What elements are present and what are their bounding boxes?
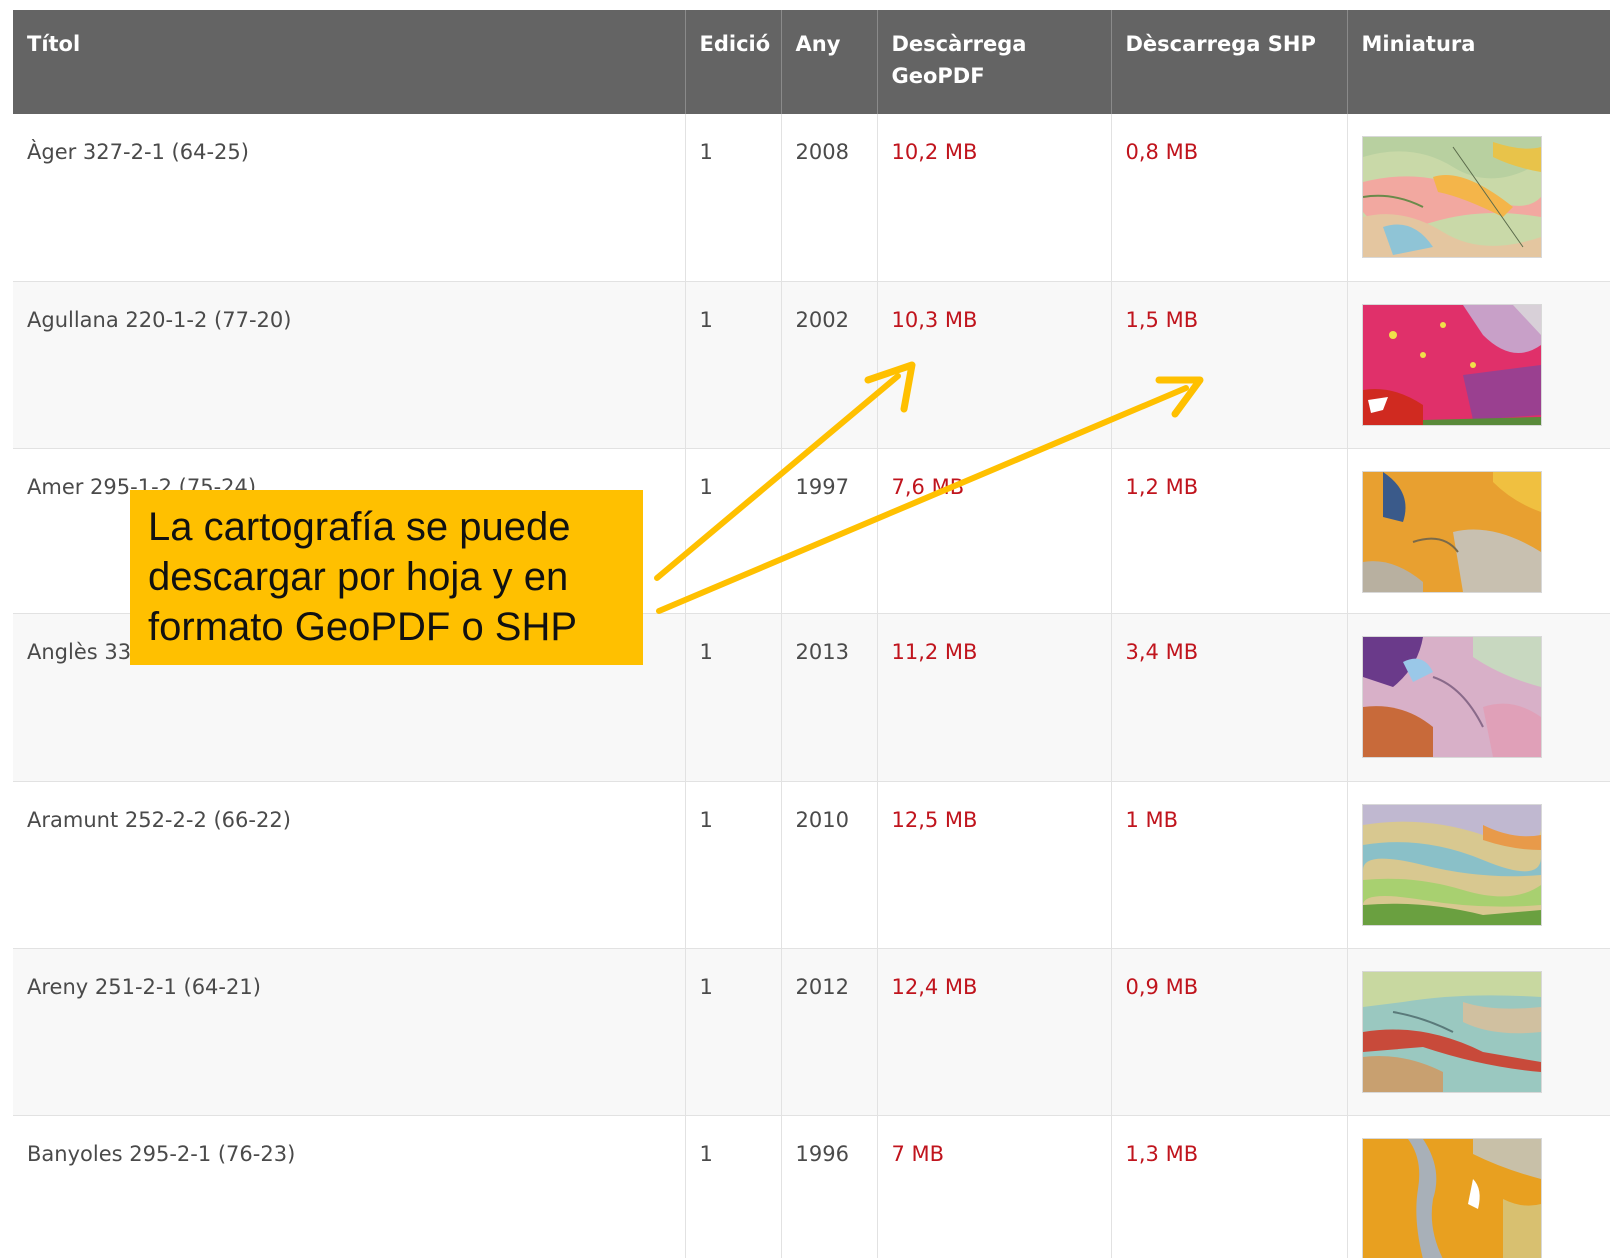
table-row: Areny 251-2-1 (64-21) 1 2012 12,4 MB 0,9… <box>13 948 1610 1116</box>
geopdf-download-link[interactable]: 7,6 MB <box>892 475 965 499</box>
thumbnail-cell <box>1347 114 1610 282</box>
thumbnail-cell <box>1347 781 1610 949</box>
column-header-geopdf[interactable]: Descàrrega GeoPDF <box>877 10 1112 114</box>
sheet-title: Aramunt 252-2-2 (66-22) <box>13 781 686 949</box>
sheet-edition: 1 <box>685 448 782 614</box>
map-thumbnail[interactable] <box>1361 136 1542 258</box>
shp-download-link[interactable]: 0,9 MB <box>1126 975 1199 999</box>
column-header-thumbnail[interactable]: Miniatura <box>1347 10 1610 114</box>
geopdf-cell: 7 MB <box>877 1115 1112 1258</box>
geopdf-download-link[interactable]: 10,2 MB <box>892 140 978 164</box>
shp-cell: 3,4 MB <box>1111 613 1348 782</box>
shp-cell: 1,5 MB <box>1111 281 1348 449</box>
thumbnail-cell <box>1347 613 1610 782</box>
shp-download-link[interactable]: 0,8 MB <box>1126 140 1199 164</box>
thumbnail-cell <box>1347 281 1610 449</box>
shp-cell: 1,2 MB <box>1111 448 1348 614</box>
shp-download-link[interactable]: 1,5 MB <box>1126 308 1199 332</box>
map-thumbnail[interactable] <box>1361 303 1542 426</box>
geopdf-download-link[interactable]: 10,3 MB <box>892 308 978 332</box>
shp-cell: 0,9 MB <box>1111 948 1348 1116</box>
table-row: Aramunt 252-2-2 (66-22) 1 2010 12,5 MB 1… <box>13 781 1610 949</box>
geopdf-download-link[interactable]: 12,5 MB <box>892 808 978 832</box>
geopdf-download-link[interactable]: 7 MB <box>892 1142 945 1166</box>
sheet-title: Areny 251-2-1 (64-21) <box>13 948 686 1116</box>
sheet-title: Banyoles 295-2-1 (76-23) <box>13 1115 686 1258</box>
table-row: Banyoles 295-2-1 (76-23) 1 1996 7 MB 1,3… <box>13 1115 1610 1258</box>
shp-download-link[interactable]: 1,2 MB <box>1126 475 1199 499</box>
geopdf-download-link[interactable]: 11,2 MB <box>892 640 978 664</box>
geopdf-cell: 10,3 MB <box>877 281 1112 449</box>
sheet-year: 2012 <box>781 948 878 1116</box>
geopdf-download-link[interactable]: 12,4 MB <box>892 975 978 999</box>
thumbnail-cell <box>1347 1115 1610 1258</box>
geopdf-cell: 12,5 MB <box>877 781 1112 949</box>
geopdf-cell: 10,2 MB <box>877 114 1112 282</box>
sheet-edition: 1 <box>685 1115 782 1258</box>
shp-cell: 1 MB <box>1111 781 1348 949</box>
map-thumbnail[interactable] <box>1361 470 1542 593</box>
column-header-title[interactable]: Títol <box>13 10 686 114</box>
column-header-edition[interactable]: Edició <box>685 10 782 114</box>
sheet-year: 2013 <box>781 613 878 782</box>
map-thumbnail[interactable] <box>1361 970 1542 1093</box>
shp-cell: 1,3 MB <box>1111 1115 1348 1258</box>
sheet-edition: 1 <box>685 948 782 1116</box>
table-row: Agullana 220-1-2 (77-20) 1 2002 10,3 MB … <box>13 281 1610 449</box>
map-thumbnail[interactable] <box>1361 635 1542 758</box>
thumbnail-cell <box>1347 948 1610 1116</box>
sheet-edition: 1 <box>685 114 782 282</box>
column-header-shp[interactable]: Dèscarrega SHP <box>1111 10 1348 114</box>
geopdf-cell: 11,2 MB <box>877 613 1112 782</box>
sheet-edition: 1 <box>685 281 782 449</box>
sheet-year: 1996 <box>781 1115 878 1258</box>
table-header-row: Títol Edició Any Descàrrega GeoPDF Dèsca… <box>13 10 1610 114</box>
sheet-year: 2002 <box>781 281 878 449</box>
info-callout: La cartografía se puede descargar por ho… <box>130 490 643 665</box>
geopdf-cell: 7,6 MB <box>877 448 1112 614</box>
geopdf-cell: 12,4 MB <box>877 948 1112 1116</box>
map-thumbnail[interactable] <box>1361 803 1542 926</box>
sheet-title: Àger 327-2-1 (64-25) <box>13 114 686 282</box>
sheet-edition: 1 <box>685 613 782 782</box>
thumbnail-cell <box>1347 448 1610 614</box>
sheet-title: Agullana 220-1-2 (77-20) <box>13 281 686 449</box>
sheet-year: 2008 <box>781 114 878 282</box>
shp-download-link[interactable]: 1 MB <box>1126 808 1179 832</box>
table-row: Àger 327-2-1 (64-25) 1 2008 10,2 MB 0,8 … <box>13 114 1610 282</box>
column-header-year[interactable]: Any <box>781 10 878 114</box>
sheet-year: 1997 <box>781 448 878 614</box>
shp-cell: 0,8 MB <box>1111 114 1348 282</box>
map-thumbnail[interactable] <box>1361 1137 1542 1258</box>
sheet-edition: 1 <box>685 781 782 949</box>
sheet-year: 2010 <box>781 781 878 949</box>
shp-download-link[interactable]: 1,3 MB <box>1126 1142 1199 1166</box>
shp-download-link[interactable]: 3,4 MB <box>1126 640 1199 664</box>
